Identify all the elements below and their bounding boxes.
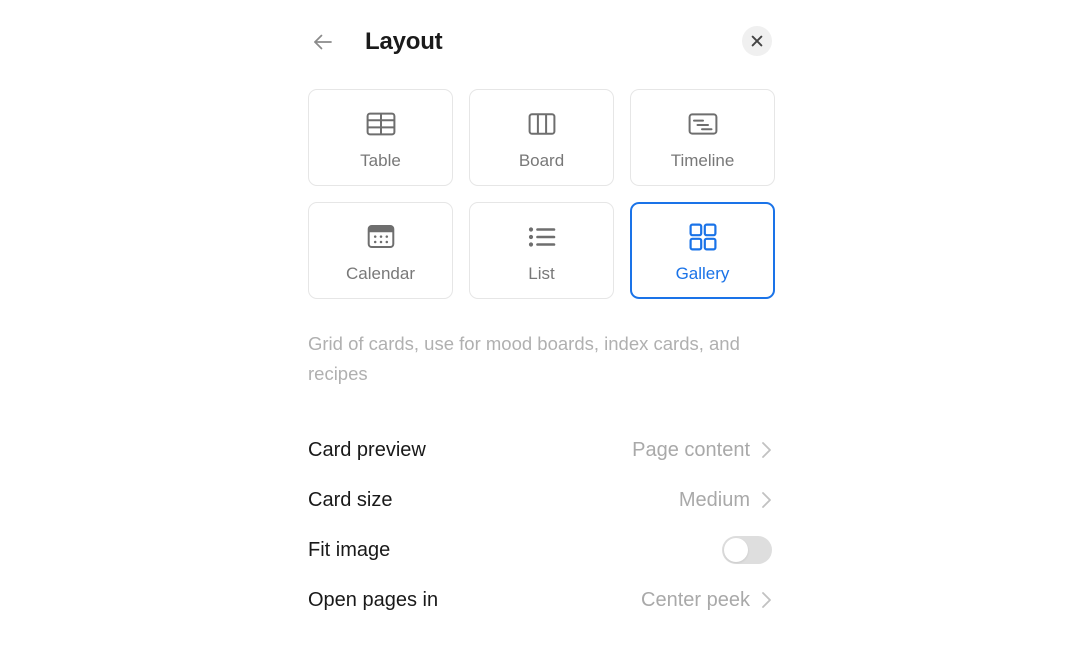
chevron-right-icon — [761, 491, 772, 509]
chevron-right-icon — [761, 591, 772, 609]
panel-header: Layout — [308, 0, 772, 82]
board-icon — [528, 107, 556, 141]
layout-option-calendar[interactable]: Calendar — [308, 202, 453, 299]
setting-value: Page content — [632, 439, 750, 461]
timeline-icon — [688, 107, 718, 141]
setting-value: Center peek — [641, 589, 750, 611]
layout-panel: Layout Table Board Timeline Calendar Lis… — [308, 0, 775, 648]
toggle-knob — [724, 538, 748, 562]
close-button[interactable] — [742, 26, 772, 56]
layout-option-table[interactable]: Table — [308, 89, 453, 186]
layout-option-label: Table — [360, 150, 401, 170]
layout-option-label: Board — [518, 150, 565, 170]
layout-option-list[interactable]: List — [469, 202, 614, 299]
setting-control: Page content — [632, 440, 772, 460]
layout-option-label: Calendar — [346, 263, 415, 283]
gallery-icon — [689, 220, 717, 254]
setting-label: Card preview — [308, 439, 426, 461]
setting-label: Card size — [308, 489, 393, 511]
arrow-left-icon — [311, 30, 335, 54]
table-icon — [366, 107, 396, 141]
setting-row-open-pages-in[interactable]: Open pages in Center peek — [308, 575, 772, 625]
chevron-right-icon — [761, 441, 772, 459]
setting-label: Fit image — [308, 539, 391, 561]
layout-options-grid: Table Board Timeline Calendar List Galle… — [308, 89, 775, 299]
layout-option-timeline[interactable]: Timeline — [630, 89, 775, 186]
setting-control: Center peek — [641, 590, 772, 610]
setting-row-card-size[interactable]: Card size Medium — [308, 475, 772, 525]
layout-description: Grid of cards, use for mood boards, inde… — [308, 333, 740, 384]
layout-option-gallery[interactable]: Gallery — [630, 202, 775, 299]
setting-row-card-preview[interactable]: Card preview Page content — [308, 425, 772, 475]
layout-option-board[interactable]: Board — [469, 89, 614, 186]
setting-value: Medium — [678, 489, 750, 511]
setting-control — [722, 536, 772, 564]
settings-list: Card preview Page content Card size Medi… — [308, 425, 772, 625]
list-icon — [528, 220, 556, 254]
setting-control: Medium — [679, 490, 772, 510]
page-title: Layout — [365, 27, 443, 55]
layout-option-label: Timeline — [670, 150, 735, 170]
setting-label: Open pages in — [308, 589, 439, 611]
close-icon — [749, 33, 765, 49]
fit-image-toggle[interactable] — [722, 536, 772, 564]
calendar-icon — [367, 220, 395, 254]
layout-option-label: Gallery — [675, 263, 730, 283]
layout-option-label: List — [528, 263, 555, 283]
setting-row-fit-image[interactable]: Fit image — [308, 525, 772, 575]
back-button[interactable] — [308, 27, 338, 57]
